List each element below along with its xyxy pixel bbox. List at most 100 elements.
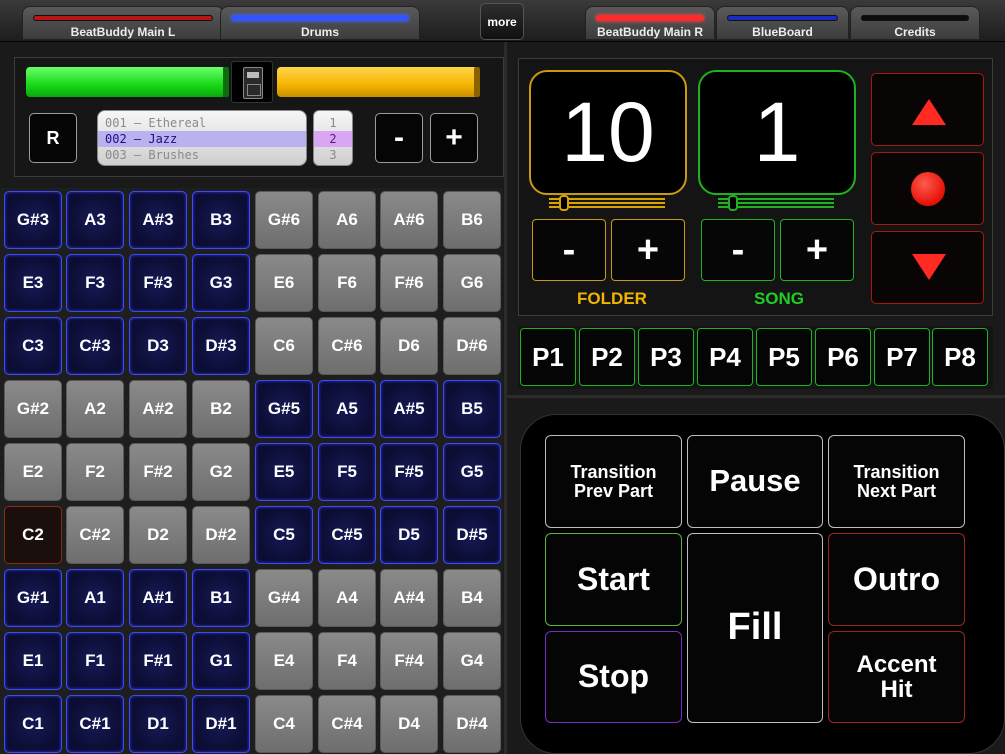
pad-b4[interactable]: B4 [443, 569, 501, 627]
tab-beatbuddy-main-r[interactable]: BeatBuddy Main R [585, 6, 715, 40]
pad-d5[interactable]: D5 [380, 506, 438, 564]
pad-fsharp5[interactable]: F#5 [380, 443, 438, 501]
pad-csharp1[interactable]: C#1 [66, 695, 124, 753]
pad-d3[interactable]: D3 [129, 317, 187, 375]
stop-button[interactable]: Stop [545, 631, 682, 723]
tab-drums[interactable]: Drums [220, 6, 420, 40]
preset-button-p6[interactable]: P6 [815, 328, 871, 386]
pad-d2[interactable]: D2 [129, 506, 187, 564]
pad-c1[interactable]: C1 [4, 695, 62, 753]
pad-d4[interactable]: D4 [380, 695, 438, 753]
pad-a3[interactable]: A3 [66, 191, 124, 249]
pad-fsharp4[interactable]: F#4 [380, 632, 438, 690]
pad-g3[interactable]: G3 [192, 254, 250, 312]
pad-c2[interactable]: C2 [4, 506, 62, 564]
preset-button-p7[interactable]: P7 [874, 328, 930, 386]
drumset-minus-button[interactable]: - [375, 113, 423, 163]
pad-dsharp1[interactable]: D#1 [192, 695, 250, 753]
transition-next-part-button[interactable]: Transition Next Part [828, 435, 965, 528]
pad-d6[interactable]: D6 [380, 317, 438, 375]
pad-c5[interactable]: C5 [255, 506, 313, 564]
pad-c6[interactable]: C6 [255, 317, 313, 375]
drumset-picker[interactable]: 001 – Ethereal 002 – Jazz 003 – Brushes [97, 110, 307, 166]
pad-csharp4[interactable]: C#4 [318, 695, 376, 753]
pad-a5[interactable]: A5 [318, 380, 376, 438]
song-slider[interactable] [718, 195, 834, 211]
pad-asharp2[interactable]: A#2 [129, 380, 187, 438]
folder-plus-button[interactable]: + [611, 219, 685, 281]
pad-gsharp6[interactable]: G#6 [255, 191, 313, 249]
pad-a2[interactable]: A2 [66, 380, 124, 438]
pad-b2[interactable]: B2 [192, 380, 250, 438]
accent-hit-button[interactable]: Accent Hit [828, 631, 965, 723]
pad-d1[interactable]: D1 [129, 695, 187, 753]
picker-item[interactable]: 1 [314, 115, 352, 131]
pad-f5[interactable]: F5 [318, 443, 376, 501]
pad-e3[interactable]: E3 [4, 254, 62, 312]
pad-b3[interactable]: B3 [192, 191, 250, 249]
drumset-plus-button[interactable]: + [430, 113, 478, 163]
picker-item-selected[interactable]: 002 – Jazz [98, 131, 306, 147]
pad-g1[interactable]: G1 [192, 632, 250, 690]
song-slider-handle[interactable] [728, 195, 738, 211]
picker-item-selected[interactable]: 2 [314, 131, 352, 147]
folder-minus-button[interactable]: - [532, 219, 606, 281]
pad-f1[interactable]: F1 [66, 632, 124, 690]
preset-button-p5[interactable]: P5 [756, 328, 812, 386]
pad-csharp3[interactable]: C#3 [66, 317, 124, 375]
pad-fsharp3[interactable]: F#3 [129, 254, 187, 312]
outro-button[interactable]: Outro [828, 533, 965, 626]
pad-csharp5[interactable]: C#5 [318, 506, 376, 564]
pad-gsharp1[interactable]: G#1 [4, 569, 62, 627]
preset-button-p2[interactable]: P2 [579, 328, 635, 386]
reset-button[interactable]: R [29, 113, 77, 163]
tab-credits[interactable]: Credits [850, 6, 980, 40]
tab-beatbuddy-main-l[interactable]: BeatBuddy Main L [22, 6, 224, 40]
pad-f6[interactable]: F6 [318, 254, 376, 312]
preset-button-p4[interactable]: P4 [697, 328, 753, 386]
pad-g6[interactable]: G6 [443, 254, 501, 312]
folder-slider[interactable] [549, 195, 665, 211]
pad-f2[interactable]: F2 [66, 443, 124, 501]
picker-item[interactable]: 003 – Brushes [98, 147, 306, 163]
pad-f4[interactable]: F4 [318, 632, 376, 690]
previous-button[interactable] [871, 73, 984, 146]
record-button[interactable] [871, 152, 984, 225]
transition-prev-part-button[interactable]: Transition Prev Part [545, 435, 682, 528]
song-plus-button[interactable]: + [780, 219, 854, 281]
more-button[interactable]: more [480, 3, 524, 40]
pad-e2[interactable]: E2 [4, 443, 62, 501]
folder-slider-handle[interactable] [559, 195, 569, 211]
pad-asharp3[interactable]: A#3 [129, 191, 187, 249]
pad-b1[interactable]: B1 [192, 569, 250, 627]
pad-g2[interactable]: G2 [192, 443, 250, 501]
pad-gsharp3[interactable]: G#3 [4, 191, 62, 249]
number-picker[interactable]: 1 2 3 [313, 110, 353, 166]
pad-dsharp5[interactable]: D#5 [443, 506, 501, 564]
pad-g5[interactable]: G5 [443, 443, 501, 501]
pad-g4[interactable]: G4 [443, 632, 501, 690]
right-level-slider[interactable] [277, 67, 479, 97]
song-minus-button[interactable]: - [701, 219, 775, 281]
tab-blueboard[interactable]: BlueBoard [716, 6, 849, 40]
pad-dsharp3[interactable]: D#3 [192, 317, 250, 375]
right-level-handle[interactable] [474, 67, 480, 97]
pad-gsharp4[interactable]: G#4 [255, 569, 313, 627]
preset-button-p1[interactable]: P1 [520, 328, 576, 386]
pad-csharp2[interactable]: C#2 [66, 506, 124, 564]
start-button[interactable]: Start [545, 533, 682, 626]
pad-gsharp2[interactable]: G#2 [4, 380, 62, 438]
pad-dsharp6[interactable]: D#6 [443, 317, 501, 375]
pad-fsharp6[interactable]: F#6 [380, 254, 438, 312]
left-level-handle[interactable] [223, 67, 229, 97]
pad-a6[interactable]: A6 [318, 191, 376, 249]
next-button[interactable] [871, 231, 984, 304]
pad-b6[interactable]: B6 [443, 191, 501, 249]
pad-e5[interactable]: E5 [255, 443, 313, 501]
pause-button[interactable]: Pause [687, 435, 823, 528]
left-level-slider[interactable] [26, 67, 226, 97]
pad-b5[interactable]: B5 [443, 380, 501, 438]
picker-item[interactable]: 001 – Ethereal [98, 115, 306, 131]
preset-button-p3[interactable]: P3 [638, 328, 694, 386]
pad-asharp6[interactable]: A#6 [380, 191, 438, 249]
